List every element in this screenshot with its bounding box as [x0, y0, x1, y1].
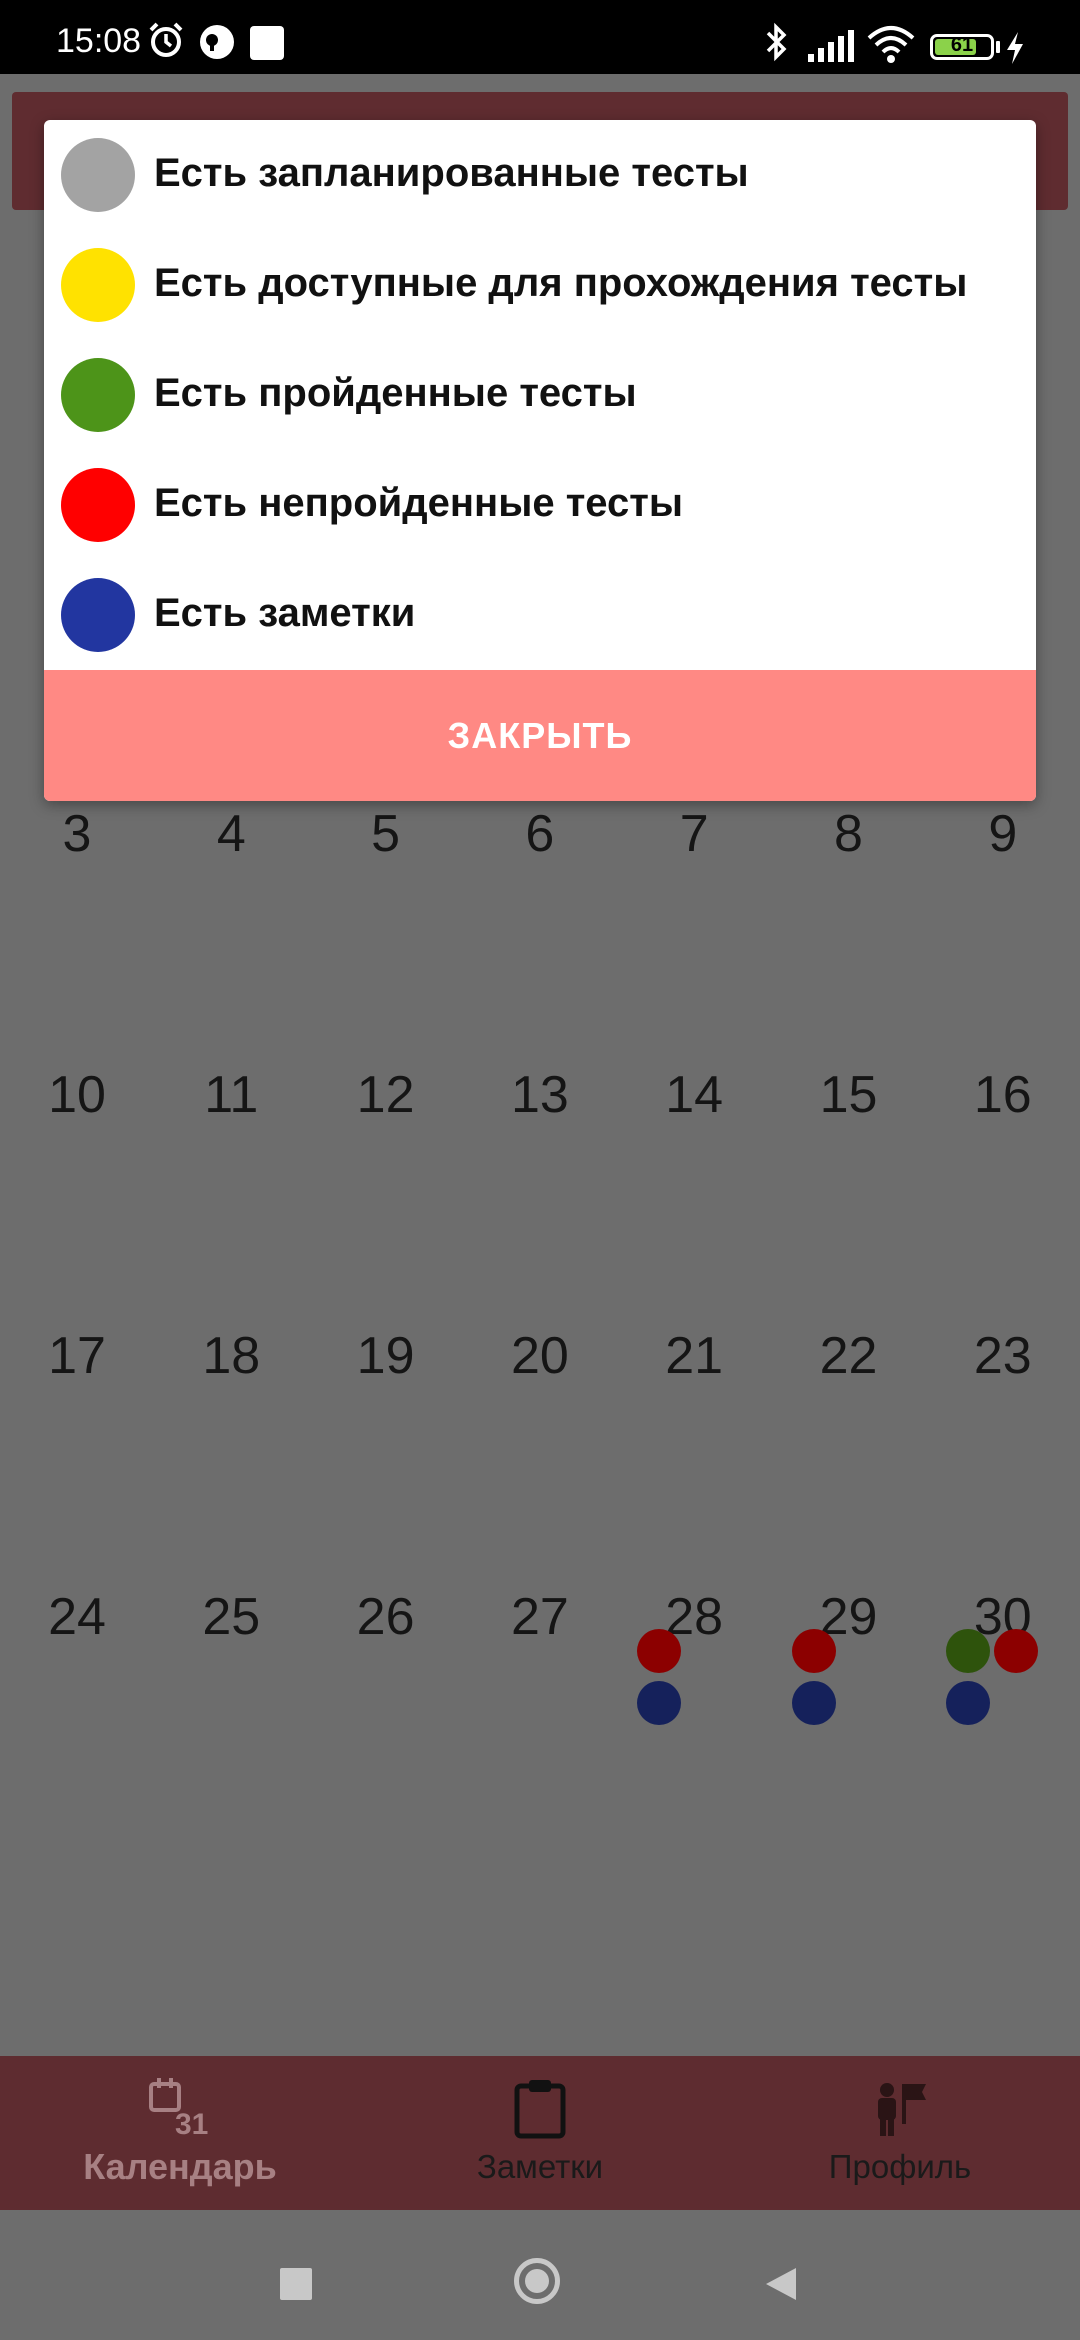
charging-icon — [1007, 32, 1023, 64]
day-marker-notes — [945, 1681, 990, 1725]
close-button[interactable]: ЗАКРЫТЬ — [44, 670, 1036, 801]
legend-color-dot — [61, 138, 135, 212]
day-marker-passed — [945, 1629, 990, 1673]
day-marker-failed — [993, 1629, 1038, 1673]
legend-dialog: Есть запланированные тесты Есть доступные… — [44, 120, 1036, 801]
legend-color-dot — [61, 468, 135, 542]
calendar-day[interactable]: 16 — [926, 1065, 1080, 1125]
status-time: 15:08 — [56, 22, 142, 60]
bluetooth-icon — [766, 22, 787, 62]
calendar-day[interactable]: 27 — [463, 1587, 617, 1647]
calendar-day[interactable]: 20 — [463, 1326, 617, 1386]
system-navigation-bar — [0, 2210, 1080, 2340]
calendar-day[interactable]: 15 — [772, 1065, 926, 1125]
calendar-grid: 3 4 5 6 7 8 9 10 11 12 13 14 15 16 17 18 19 20 21 22 23 24 25 2… — [0, 780, 1080, 1824]
alarm-icon — [149, 22, 183, 57]
clipboard-icon — [514, 2080, 566, 2139]
calendar-day[interactable]: 4 — [154, 804, 308, 864]
signal-icon — [808, 30, 854, 62]
blank-notification-icon — [250, 26, 284, 60]
legend-label: Есть пройденные тесты — [154, 371, 637, 415]
back-triangle-icon[interactable] — [764, 2266, 798, 2302]
legend-label: Есть доступные для прохождения тесты — [154, 261, 968, 305]
calendar-day[interactable]: 9 — [926, 804, 1080, 864]
day-marker-failed — [637, 1629, 682, 1673]
nav-item-calendar[interactable]: 31 Календарь — [0, 2056, 360, 2210]
nav-label-notes: Заметки — [476, 2148, 604, 2185]
legend-label: Есть непройденные тесты — [154, 481, 684, 525]
legend-item: Есть пройденные тесты — [44, 340, 1036, 450]
calendar-day[interactable]: 13 — [463, 1065, 617, 1125]
calendar-day[interactable]: 3 — [0, 804, 154, 864]
calendar-icon: 31 — [149, 2078, 208, 2140]
status-bar: 15:08 61 — [0, 0, 1080, 74]
calendar-day[interactable]: 23 — [926, 1326, 1080, 1386]
calendar-week: 3456789 — [0, 780, 1080, 1041]
calendar-day[interactable]: 12 — [309, 1065, 463, 1125]
calendar-week: 17 18 19 20 21 22 23 — [0, 1302, 1080, 1563]
calendar-day[interactable]: 14 — [617, 1065, 771, 1125]
battery-level: 61 — [950, 34, 974, 56]
legend-item: Есть доступные для прохождения тесты — [44, 230, 1036, 340]
recents-square-icon[interactable] — [280, 2268, 312, 2300]
nav-label-profile: Профиль — [828, 2148, 972, 2185]
calendar-day[interactable]: 11 — [154, 1065, 308, 1125]
calendar-day[interactable]: 25 — [154, 1587, 308, 1647]
wifi-icon — [867, 26, 915, 63]
calendar-day[interactable]: 18 — [154, 1326, 308, 1386]
calendar-day[interactable]: 10 — [0, 1065, 154, 1125]
home-circle-icon[interactable] — [514, 2258, 560, 2304]
battery-icon: 61 — [930, 34, 994, 60]
nav-item-notes[interactable]: Заметки — [360, 2056, 720, 2210]
calendar-day[interactable]: 19 — [309, 1326, 463, 1386]
svg-text:31: 31 — [175, 2108, 208, 2140]
legend-item: Есть запланированные тесты — [44, 120, 1036, 230]
calendar-day[interactable]: 8 — [772, 804, 926, 864]
calendar-day[interactable]: 26 — [309, 1587, 463, 1647]
legend-color-dot — [61, 248, 135, 322]
legend-color-dot — [61, 578, 135, 652]
legend-label: Есть запланированные тесты — [154, 151, 749, 195]
app-notification-icon — [200, 25, 234, 59]
calendar-day[interactable]: 22 — [772, 1326, 926, 1386]
calendar-day[interactable]: 17 — [0, 1326, 154, 1386]
day-marker-notes — [637, 1681, 682, 1725]
legend-label: Есть заметки — [154, 591, 416, 635]
legend-item: Есть непройденные тесты — [44, 450, 1036, 560]
day-marker-notes — [791, 1681, 836, 1725]
nav-item-profile[interactable]: Профиль — [720, 2056, 1080, 2210]
calendar-day[interactable]: 5 — [309, 804, 463, 864]
calendar-day[interactable]: 24 — [0, 1587, 154, 1647]
legend-color-dot — [61, 358, 135, 432]
day-marker-failed — [791, 1629, 836, 1673]
profile-flag-icon — [878, 2083, 926, 2136]
calendar-day[interactable]: 6 — [463, 804, 617, 864]
legend-item: Есть заметки — [44, 560, 1036, 670]
calendar-week: 24 25 26 27 28 29 30 — [0, 1563, 1080, 1824]
calendar-week: 10 11 12 13 14 15 16 — [0, 1041, 1080, 1302]
nav-label-calendar: Календарь — [83, 2146, 277, 2187]
bottom-navigation: 31 Календарь Заметки Профиль — [0, 2056, 1080, 2210]
calendar-day[interactable]: 21 — [617, 1326, 771, 1386]
calendar-day[interactable]: 7 — [617, 804, 771, 864]
